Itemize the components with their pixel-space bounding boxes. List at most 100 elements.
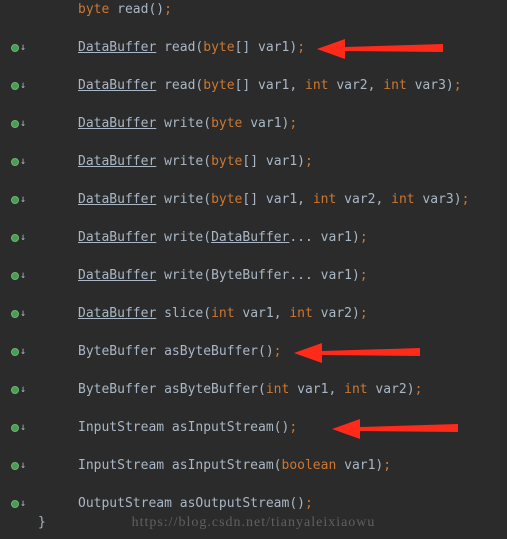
token: byte	[203, 78, 234, 93]
gutter-row	[0, 133, 30, 152]
token: ;	[462, 192, 470, 207]
override-marker-icon[interactable]: ↓	[11, 233, 26, 243]
code-line[interactable]	[78, 361, 507, 380]
gutter-row: ↓	[0, 38, 30, 57]
gutter-row: ↓	[0, 114, 30, 133]
token: int	[211, 306, 234, 321]
token: var1,	[289, 382, 344, 397]
code-line[interactable]	[78, 57, 507, 76]
gutter-row: ↓	[0, 228, 30, 247]
token: int	[313, 192, 336, 207]
override-marker-icon[interactable]: ↓	[11, 347, 26, 357]
token: byte	[78, 2, 109, 17]
token: var2)	[368, 382, 415, 397]
override-marker-icon[interactable]: ↓	[11, 423, 26, 433]
token: int	[344, 382, 367, 397]
override-marker-icon[interactable]: ↓	[11, 309, 26, 319]
gutter-row	[0, 0, 30, 19]
code-line[interactable]: byte read();	[78, 0, 507, 19]
token: [] var1,	[235, 78, 305, 93]
code-line[interactable]	[78, 171, 507, 190]
token: var2,	[329, 78, 384, 93]
token: int	[266, 382, 289, 397]
override-marker-icon[interactable]: ↓	[11, 43, 26, 53]
token: byte	[211, 116, 242, 131]
code-line[interactable]: DataBuffer read(byte[] var1, int var2, i…	[78, 76, 507, 95]
token: ;	[305, 496, 313, 511]
token: InputStream asInputStream(	[78, 458, 282, 473]
token: write(ByteBuffer... var1)	[156, 268, 360, 283]
gutter-row: ↓	[0, 76, 30, 95]
gutter-row	[0, 57, 30, 76]
token: ;	[360, 268, 368, 283]
code-line[interactable]: InputStream asInputStream(boolean var1);	[78, 456, 507, 475]
gutter-row	[0, 171, 30, 190]
token: ;	[289, 420, 297, 435]
token: [] var1)	[235, 40, 298, 55]
token: boolean	[282, 458, 337, 473]
code-line[interactable]: DataBuffer read(byte[] var1);	[78, 38, 507, 57]
token: read(	[156, 78, 203, 93]
token: DataBuffer	[78, 154, 156, 169]
gutter-row: ↓	[0, 380, 30, 399]
code-line[interactable]: ByteBuffer asByteBuffer(int var1, int va…	[78, 380, 507, 399]
code-line[interactable]: InputStream asInputStream();	[78, 418, 507, 437]
code-line[interactable]: DataBuffer write(byte var1);	[78, 114, 507, 133]
override-marker-icon[interactable]: ↓	[11, 271, 26, 281]
code-line[interactable]	[78, 19, 507, 38]
token: ByteBuffer asByteBuffer()	[78, 344, 274, 359]
gutter-row	[0, 475, 30, 494]
token: var3)	[407, 78, 454, 93]
token: InputStream asInputStream()	[78, 420, 289, 435]
code-line[interactable]: ByteBuffer asByteBuffer();	[78, 342, 507, 361]
token: var3)	[415, 192, 462, 207]
token: byte	[203, 40, 234, 55]
token: OutputStream asOutputStream()	[78, 496, 305, 511]
gutter-row: ↓	[0, 494, 30, 513]
gutter-row	[0, 361, 30, 380]
token: int	[391, 192, 414, 207]
token: [] var1)	[242, 154, 305, 169]
code-line[interactable]: DataBuffer write(byte[] var1, int var2, …	[78, 190, 507, 209]
override-marker-icon[interactable]: ↓	[11, 119, 26, 129]
code-line[interactable]	[78, 475, 507, 494]
gutter-row	[0, 95, 30, 114]
code-line[interactable]	[78, 247, 507, 266]
code-line[interactable]: DataBuffer write(DataBuffer... var1);	[78, 228, 507, 247]
token: var2)	[313, 306, 360, 321]
override-marker-icon[interactable]: ↓	[11, 461, 26, 471]
code-editor[interactable]: ↓ ↓ ↓ ↓ ↓ ↓ ↓ ↓ ↓ ↓ ↓ ↓ ↓ byte read(); DataBuffer rea…	[0, 0, 507, 532]
token: ;	[383, 458, 391, 473]
code-line[interactable]: DataBuffer write(ByteBuffer... var1);	[78, 266, 507, 285]
override-marker-icon[interactable]: ↓	[11, 157, 26, 167]
token: read()	[109, 2, 164, 17]
override-marker-icon[interactable]: ↓	[11, 81, 26, 91]
gutter-row: ↓	[0, 190, 30, 209]
code-line[interactable]: OutputStream asOutputStream();	[78, 494, 507, 513]
token: ;	[360, 230, 368, 245]
gutter: ↓ ↓ ↓ ↓ ↓ ↓ ↓ ↓ ↓ ↓ ↓ ↓ ↓	[0, 0, 30, 532]
code-line[interactable]	[78, 399, 507, 418]
token: DataBuffer	[211, 230, 289, 245]
code-line[interactable]	[78, 95, 507, 114]
code-area[interactable]: byte read();DataBuffer read(byte[] var1)…	[30, 0, 507, 532]
code-line[interactable]	[78, 133, 507, 152]
code-line[interactable]: DataBuffer slice(int var1, int var2);	[78, 304, 507, 323]
watermark-text: https://blog.csdn.net/tianyaleixiaowu	[0, 515, 507, 531]
token: int	[383, 78, 406, 93]
code-line[interactable]: DataBuffer write(byte[] var1);	[78, 152, 507, 171]
token: DataBuffer	[78, 116, 156, 131]
code-line[interactable]	[78, 437, 507, 456]
token: ;	[360, 306, 368, 321]
gutter-row	[0, 247, 30, 266]
override-marker-icon[interactable]: ↓	[11, 385, 26, 395]
token: read(	[156, 40, 203, 55]
code-line[interactable]	[78, 209, 507, 228]
override-marker-icon[interactable]: ↓	[11, 499, 26, 509]
code-line[interactable]	[78, 285, 507, 304]
code-line[interactable]	[78, 323, 507, 342]
token: write(	[156, 116, 211, 131]
token: byte	[211, 154, 242, 169]
token: write(	[156, 230, 211, 245]
override-marker-icon[interactable]: ↓	[11, 195, 26, 205]
